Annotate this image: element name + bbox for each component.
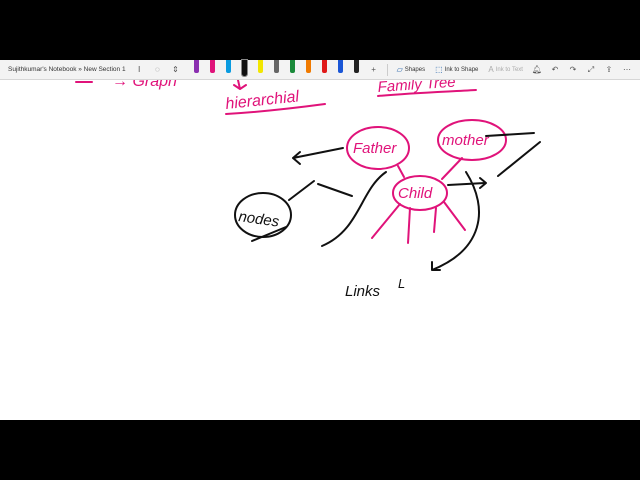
ink-to-shape-icon: ⬚	[435, 65, 443, 74]
notebook-title: Sujithkumar's Notebook » New Section 1	[8, 66, 126, 73]
nodes-pointer-stroke	[317, 183, 353, 197]
add-space-icon[interactable]: ⇕	[166, 60, 184, 79]
pen-dark-icon[interactable]	[354, 60, 360, 73]
shapes-icon: ▱	[396, 65, 403, 74]
pen-blue-icon[interactable]	[338, 60, 344, 73]
ink-child-text: Child	[398, 185, 433, 202]
ink-drawing: → Graph hierarchial Family Tree Father m…	[75, 80, 541, 300]
ink-to-shape-button[interactable]: ⬚ Ink to Shape	[435, 65, 478, 74]
full-page-icon[interactable]: ⤢	[582, 60, 600, 79]
pen-tray	[189, 59, 365, 79]
pen-magenta-icon[interactable]	[210, 60, 216, 73]
mother-child-link	[441, 157, 463, 180]
letterbox-top	[0, 0, 640, 60]
toolbar-right: 🔔︎ ↶ ↷ ⤢ ⇪ ⋯	[528, 60, 636, 79]
pen-gray-icon[interactable]	[274, 60, 280, 73]
mother-strike-stroke	[485, 132, 535, 137]
onenote-window: Sujithkumar's Notebook » New Section 1 Ⅰ…	[0, 59, 640, 420]
bell-icon[interactable]: 🔔︎	[528, 60, 546, 79]
ink-links-text: Links	[345, 283, 381, 300]
letterbox-bottom	[0, 420, 640, 480]
undo-icon[interactable]: ↶	[546, 60, 564, 79]
ink-to-text-icon: A	[488, 65, 494, 74]
pen-purple-icon[interactable]	[194, 60, 200, 73]
lasso-select-icon[interactable]: ◌	[148, 60, 166, 79]
draw-toolbar: Sujithkumar's Notebook » New Section 1 Ⅰ…	[0, 59, 640, 80]
pen-cyan-icon[interactable]	[226, 60, 232, 73]
ink-father-text: Father	[353, 140, 397, 157]
left-curve-stroke	[321, 171, 387, 247]
more-options-icon[interactable]: ⋯	[618, 60, 636, 79]
child-branches	[371, 201, 466, 244]
father-left-arrow	[292, 147, 344, 165]
share-icon[interactable]: ⇪	[600, 60, 618, 79]
ink-links-tail-text: L	[398, 276, 405, 291]
ink-mother-text: mother	[442, 132, 490, 149]
ink-to-text-button[interactable]: A Ink to Text	[488, 65, 523, 74]
pen-orange-icon[interactable]	[306, 60, 312, 73]
pen-green-icon[interactable]	[290, 60, 296, 73]
shapes-button[interactable]: ▱ Shapes	[397, 65, 426, 74]
pen-red-icon[interactable]	[322, 60, 328, 73]
child-right-arrow	[447, 177, 487, 189]
ink-graph-text: → Graph	[112, 80, 177, 90]
right-curve-arrow	[431, 171, 480, 271]
nodes-arrow-stroke	[288, 180, 315, 201]
pen-yellow-highlighter-icon[interactable]	[258, 60, 264, 73]
pen-black-icon[interactable]	[241, 59, 249, 77]
down-arrow-stroke	[233, 80, 247, 90]
ink-to-shape-label: Ink to Shape	[444, 66, 479, 73]
select-text-icon[interactable]: Ⅰ	[130, 60, 148, 79]
toolbar-separator	[386, 63, 388, 76]
shapes-label: Shapes	[404, 66, 426, 73]
note-canvas[interactable]: → Graph hierarchial Family Tree Father m…	[0, 80, 640, 420]
add-pen-icon[interactable]: +	[365, 60, 383, 79]
redo-icon[interactable]: ↷	[564, 60, 582, 79]
ink-to-text-label: Ink to Text	[495, 66, 523, 73]
ink-nodes-text: nodes	[237, 208, 280, 231]
father-child-link	[397, 165, 405, 178]
